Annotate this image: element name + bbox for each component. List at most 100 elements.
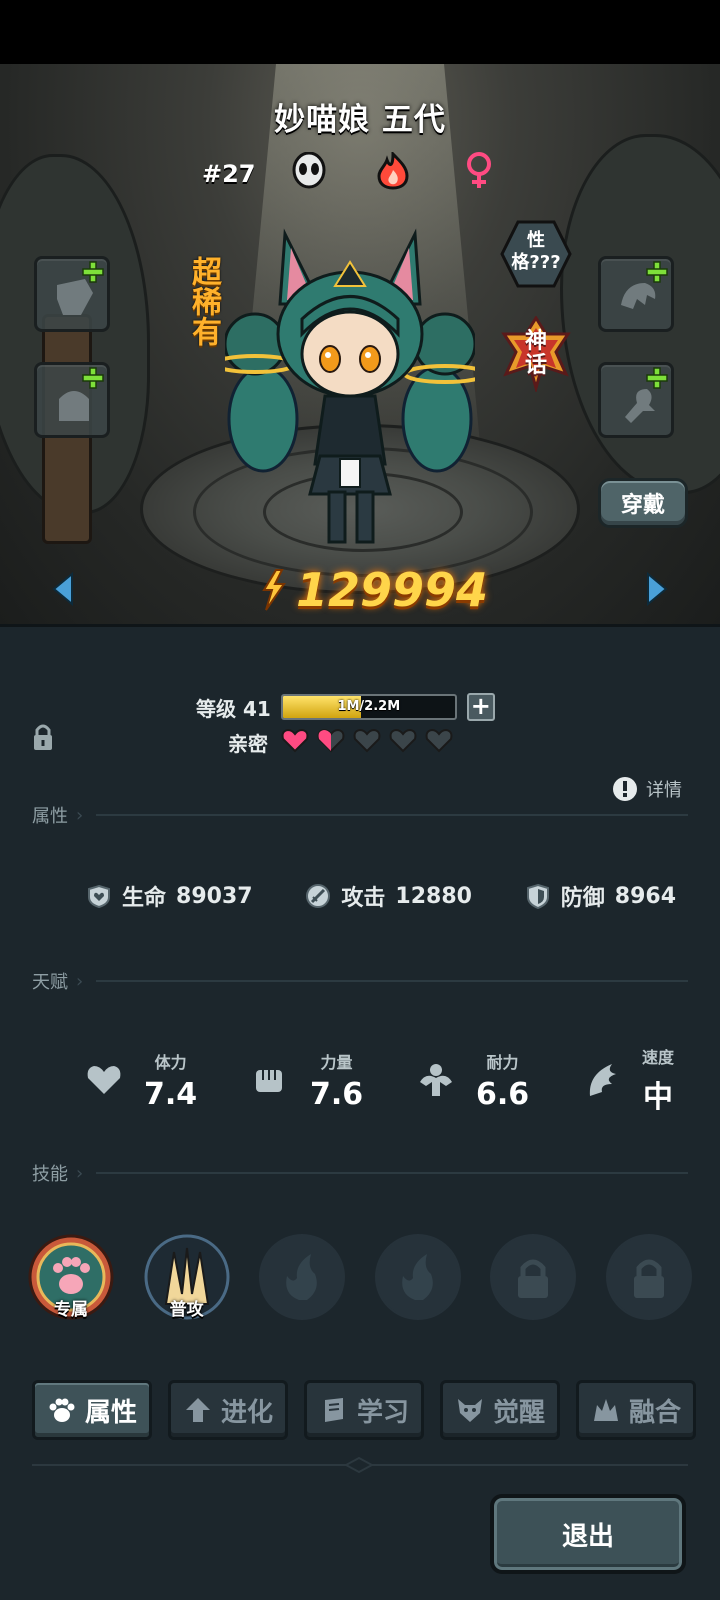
add-icon: [646, 261, 668, 283]
heart-icon: [84, 1060, 124, 1100]
tab-learn[interactable]: 学习: [304, 1380, 424, 1440]
power-icon: [262, 569, 286, 611]
hero-character: [225, 228, 475, 544]
skill-slot[interactable]: [374, 1234, 461, 1320]
section-talents: 天赋 ›: [32, 968, 83, 994]
tab-attributes[interactable]: 属性: [32, 1380, 152, 1440]
flame-slot-icon: [259, 1234, 345, 1324]
talent-value: 中: [642, 1080, 673, 1115]
intimacy-heart-icon: [316, 727, 346, 757]
skill-slot[interactable]: 普攻: [144, 1234, 230, 1320]
tab-label: 属性: [84, 1397, 137, 1428]
lock-icon: [606, 1234, 692, 1324]
lock-icon: [490, 1234, 576, 1324]
evolve-arrow-icon: [183, 1395, 213, 1425]
divider-ornament: [344, 1456, 374, 1474]
hero-number: #27: [202, 160, 256, 188]
element-fire-icon: [374, 152, 412, 190]
sword-icon: [305, 883, 331, 909]
intimacy-heart-icon: [280, 727, 310, 757]
personality-badge[interactable]: 性格???: [500, 220, 572, 288]
talents-row: 体力 7.4 力量 7.6 耐力 6.6 速度中: [84, 1044, 674, 1116]
tab-label: 融合: [628, 1397, 681, 1428]
talent-label: 速度: [641, 1048, 674, 1067]
talent-label: 耐力: [486, 1052, 519, 1072]
talent-item: 速度中: [582, 1044, 674, 1116]
intimacy-hearts: [280, 727, 454, 757]
xp-text: 1M/2.2M: [337, 699, 401, 714]
stat-label: 生命: [122, 886, 167, 911]
tab-label: 觉醒: [492, 1397, 545, 1428]
add-icon: [646, 367, 668, 389]
talent-item: 体力 7.4: [84, 1044, 197, 1116]
talent-label: 体力: [154, 1052, 187, 1072]
hero-scene: 妙喵娘 五代 #27 超稀有 性格??? 神话 穿戴 129994: [0, 64, 720, 624]
fist-icon: [250, 1060, 290, 1100]
talent-item: 力量 7.6: [250, 1044, 363, 1116]
tab-evolve[interactable]: 进化: [168, 1380, 288, 1440]
intimacy-heart-icon: [388, 727, 418, 757]
skill-tag: 专属: [54, 1300, 88, 1320]
stat-value: 89037: [176, 883, 253, 909]
next-hero-arrow[interactable]: [644, 572, 670, 606]
detail-link[interactable]: 详情: [612, 776, 682, 802]
equip-slot-accessory[interactable]: [598, 256, 674, 332]
info-icon: [613, 777, 637, 801]
section-skills: 技能 ›: [32, 1160, 83, 1186]
element-alien-icon: [290, 152, 328, 190]
xp-bar: 1M/2.2M: [280, 694, 457, 720]
add-icon: [82, 367, 104, 389]
intimacy-heart-icon: [424, 727, 454, 757]
combat-power: 129994: [256, 560, 488, 620]
tab-fusion[interactable]: 融合: [576, 1380, 696, 1440]
talent-value: 7.4: [144, 1076, 198, 1112]
wing-icon: [582, 1060, 622, 1100]
book-icon: [319, 1395, 349, 1425]
stats-row: 生命 89037 攻击 12880 防御 8964: [86, 880, 676, 912]
skill-slot[interactable]: [259, 1234, 346, 1320]
section-attributes-label: 属性: [32, 806, 68, 827]
prev-hero-arrow[interactable]: [50, 572, 76, 606]
skill-slot[interactable]: [605, 1234, 692, 1320]
level-row: 等级 41 1M/2.2M +: [196, 692, 495, 722]
skill-slot[interactable]: 专属: [28, 1234, 114, 1320]
power-value: 129994: [296, 563, 489, 617]
paw-icon: [47, 1395, 77, 1425]
stat-item: 攻击 12880: [305, 880, 472, 912]
intimacy-label: 亲密: [228, 731, 268, 756]
stat-item: 生命 89037: [86, 880, 253, 912]
awaken-beast-icon: [455, 1395, 485, 1425]
heart-shield-icon: [86, 883, 112, 909]
intimacy-row: 亲密: [228, 727, 454, 757]
equip-slot-charm[interactable]: [598, 362, 674, 438]
mythic-label: 神话: [524, 329, 547, 378]
detail-label: 详情: [646, 780, 682, 801]
female-icon: [460, 152, 498, 190]
stat-value: 8964: [614, 883, 676, 909]
rarity-label: 超稀有: [186, 256, 221, 346]
stat-label: 防御: [560, 886, 605, 911]
stat-value: 12880: [395, 883, 472, 909]
tab-bar: 属性 进化 学习 觉醒 融合: [32, 1380, 708, 1440]
section-skills-label: 技能: [32, 1164, 68, 1185]
tab-awaken[interactable]: 觉醒: [440, 1380, 560, 1440]
muscle-icon: [416, 1060, 456, 1100]
intimacy-heart-icon: [352, 727, 382, 757]
level-label: 等级 41: [196, 696, 271, 721]
hero-name: 妙喵娘 五代: [274, 102, 446, 138]
section-divider: [96, 814, 688, 816]
level-up-button[interactable]: +: [466, 693, 495, 721]
shield-icon: [525, 883, 551, 910]
exit-button[interactable]: 退出: [490, 1494, 686, 1574]
skills-row: 专属 普攻: [28, 1234, 692, 1320]
equip-slot-armor[interactable]: [34, 362, 110, 438]
tab-label: 学习: [356, 1397, 409, 1428]
talent-value: 6.6: [475, 1076, 530, 1112]
wear-button[interactable]: 穿戴: [598, 478, 688, 528]
stat-label: 攻击: [341, 886, 386, 911]
tab-label: 进化: [220, 1397, 273, 1428]
skill-slot[interactable]: [490, 1234, 577, 1320]
lock-icon[interactable]: [32, 722, 54, 752]
equip-slot-weapon[interactable]: [34, 256, 110, 332]
section-talents-label: 天赋: [32, 972, 68, 993]
